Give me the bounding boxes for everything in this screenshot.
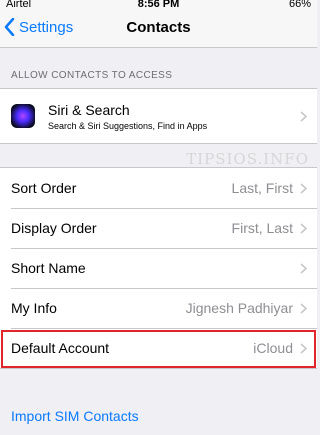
chevron-right-icon [300, 302, 307, 314]
siri-title: Siri & Search [48, 101, 130, 118]
row-label: Default Account [11, 340, 110, 356]
chevron-right-icon [300, 182, 307, 194]
display-order-row[interactable]: Display Order First, Last [0, 208, 317, 248]
row-value: First, Last [231, 220, 293, 236]
status-bar: Airtel 8:56 PM 66% [0, 0, 317, 14]
row-label: Sort Order [11, 180, 77, 196]
row-value: iCloud [253, 340, 293, 356]
watermark: TIPSIOS.INFO [186, 150, 309, 168]
chevron-right-icon [300, 222, 307, 234]
siri-group: Siri & Search Search & Siri Suggestions,… [0, 88, 317, 144]
import-sim-contacts-link[interactable]: Import SIM Contacts [11, 408, 139, 424]
row-label: Display Order [11, 220, 97, 236]
page-title: Contacts [126, 19, 191, 36]
chevron-right-icon [300, 262, 307, 274]
siri-icon [11, 104, 35, 128]
chevron-right-icon [300, 342, 307, 354]
chevron-right-icon [300, 110, 307, 122]
battery-percent: 66% [288, 0, 311, 10]
status-time: 8:56 PM [137, 0, 180, 10]
row-label: Short Name [11, 260, 86, 276]
navigation-bar: Settings Contacts [0, 14, 317, 48]
row-label: My Info [11, 300, 57, 316]
row-value: Last, First [231, 180, 293, 196]
settings-group: Sort Order Last, First Display Order Fir… [0, 167, 317, 369]
short-name-row[interactable]: Short Name [0, 248, 317, 288]
siri-search-row[interactable]: Siri & Search Search & Siri Suggestions,… [0, 89, 317, 143]
siri-subtitle: Search & Siri Suggestions, Find in Apps [48, 120, 208, 131]
my-info-row[interactable]: My Info Jignesh Padhiyar [0, 288, 317, 328]
sort-order-row[interactable]: Sort Order Last, First [0, 168, 317, 208]
row-value: Jignesh Padhiyar [185, 300, 293, 316]
section-header: ALLOW CONTACTS TO ACCESS [11, 70, 173, 81]
default-account-row[interactable]: Default Account iCloud [0, 328, 317, 368]
